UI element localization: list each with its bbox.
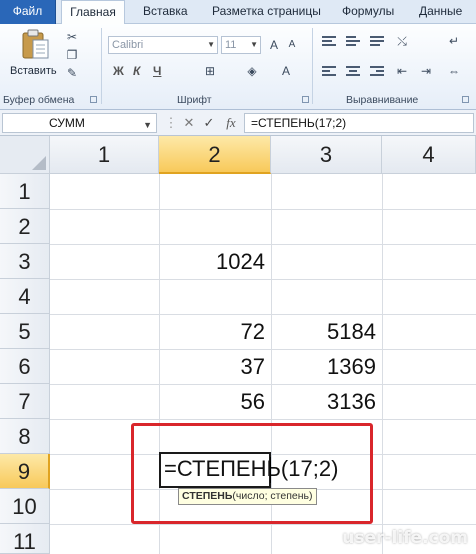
- chevron-down-icon: ▼: [250, 40, 258, 49]
- row-header[interactable]: 6: [0, 349, 50, 384]
- annotation-highlight-box: [131, 423, 373, 524]
- column-header[interactable]: 1: [50, 136, 159, 174]
- worksheet-grid[interactable]: 1 2 3 4 1 2 3 4 5 6 7 8 9 10 11 1024 72 …: [0, 136, 476, 554]
- font-launcher-icon[interactable]: [302, 96, 309, 103]
- tab-data[interactable]: Данные: [419, 0, 462, 24]
- wrap-text-icon[interactable]: ↵: [446, 34, 462, 48]
- select-all-icon: [32, 156, 46, 170]
- shrink-font-icon[interactable]: A: [284, 38, 300, 52]
- cell-r7c3[interactable]: 3136: [271, 384, 382, 419]
- cell-r3c2[interactable]: 1024: [159, 244, 271, 279]
- cell-r6c3[interactable]: 1369: [271, 349, 382, 384]
- cancel-icon[interactable]: ✕: [180, 113, 198, 133]
- select-all-button[interactable]: [0, 136, 50, 174]
- clipboard-group-label: Буфер обмена: [3, 94, 75, 106]
- align-left-icon[interactable]: [322, 66, 336, 77]
- gridline: [50, 279, 476, 280]
- alignment-launcher-icon[interactable]: [462, 96, 469, 103]
- gridline: [50, 419, 476, 420]
- row-header[interactable]: 5: [0, 314, 50, 349]
- row-header[interactable]: 3: [0, 244, 50, 279]
- watermark: user-life.com: [342, 528, 468, 548]
- column-header[interactable]: 2: [159, 136, 271, 174]
- cell-r5c3[interactable]: 5184: [271, 314, 382, 349]
- tab-insert[interactable]: Вставка: [143, 0, 188, 24]
- row-header[interactable]: 2: [0, 209, 50, 244]
- borders-icon[interactable]: ⊞: [202, 64, 218, 78]
- cell-r6c2[interactable]: 37: [159, 349, 271, 384]
- font-group-label: Шрифт: [177, 94, 212, 106]
- font-color-icon[interactable]: A: [278, 64, 294, 78]
- enter-icon[interactable]: ✓: [200, 113, 218, 133]
- cell-r5c2[interactable]: 72: [159, 314, 271, 349]
- align-top-icon[interactable]: [322, 36, 336, 47]
- gridline: [50, 209, 476, 210]
- italic-button[interactable]: К: [133, 64, 140, 78]
- bold-button[interactable]: Ж: [113, 64, 124, 78]
- ribbon-tabs: Файл Главная Вставка Разметка страницы Ф…: [0, 0, 476, 25]
- align-bottom-icon[interactable]: [370, 36, 384, 47]
- clipboard-launcher-icon[interactable]: [90, 96, 97, 103]
- formula-bar: СУММ ▼ ⋮ ✕ ✓ fx =СТЕПЕНЬ(17;2): [0, 110, 476, 136]
- paste-icon[interactable]: [20, 28, 50, 60]
- cut-icon[interactable]: ✂: [64, 30, 80, 44]
- underline-button[interactable]: Ч: [153, 64, 161, 78]
- row-header[interactable]: 1: [0, 174, 50, 209]
- row-header[interactable]: 7: [0, 384, 50, 419]
- align-center-icon[interactable]: [346, 66, 360, 77]
- column-header[interactable]: 4: [382, 136, 476, 174]
- font-name-select[interactable]: Calibri ▼: [108, 36, 218, 54]
- formula-input[interactable]: =СТЕПЕНЬ(17;2): [244, 113, 474, 133]
- row-header[interactable]: 10: [0, 489, 50, 524]
- group-separator: [101, 28, 102, 104]
- gridline: [50, 524, 476, 525]
- tab-home[interactable]: Главная: [61, 0, 125, 25]
- font-size-select[interactable]: 11 ▼: [221, 36, 261, 54]
- ribbon-home: Вставить ✂ ❐ ✎ Буфер обмена Calibri ▼ 11 ▼…: [0, 24, 476, 110]
- grow-font-icon[interactable]: A: [266, 38, 282, 52]
- alignment-group-label: Выравнивание: [346, 94, 419, 106]
- chevron-down-icon: ▼: [207, 40, 215, 49]
- merge-center-icon[interactable]: ⇔: [446, 64, 462, 78]
- column-header[interactable]: 3: [271, 136, 382, 174]
- insert-function-icon[interactable]: fx: [222, 113, 240, 133]
- paste-button-label[interactable]: Вставить: [10, 65, 57, 77]
- format-painter-icon[interactable]: ✎: [64, 66, 80, 80]
- name-box[interactable]: СУММ ▼: [2, 113, 157, 133]
- increase-indent-icon[interactable]: ⇥: [418, 64, 434, 78]
- chevron-down-icon: ▼: [143, 120, 152, 130]
- row-header[interactable]: 4: [0, 279, 50, 314]
- gridline: [382, 174, 383, 554]
- copy-icon[interactable]: ❐: [64, 48, 80, 62]
- tab-file[interactable]: Файл: [0, 0, 56, 24]
- align-right-icon[interactable]: [370, 66, 384, 77]
- row-header[interactable]: 8: [0, 419, 50, 454]
- group-separator: [312, 28, 313, 104]
- more-icon: ⋮: [164, 115, 178, 130]
- cell-r7c2[interactable]: 56: [159, 384, 271, 419]
- tab-formulas[interactable]: Формулы: [342, 0, 394, 24]
- orientation-icon[interactable]: ⤯: [394, 34, 410, 48]
- decrease-indent-icon[interactable]: ⇤: [394, 64, 410, 78]
- fill-color-icon[interactable]: ◈: [244, 64, 260, 78]
- align-middle-icon[interactable]: [346, 36, 360, 47]
- tab-page-layout[interactable]: Разметка страницы: [212, 0, 321, 24]
- row-header[interactable]: 9: [0, 454, 50, 489]
- row-header[interactable]: 11: [0, 524, 50, 554]
